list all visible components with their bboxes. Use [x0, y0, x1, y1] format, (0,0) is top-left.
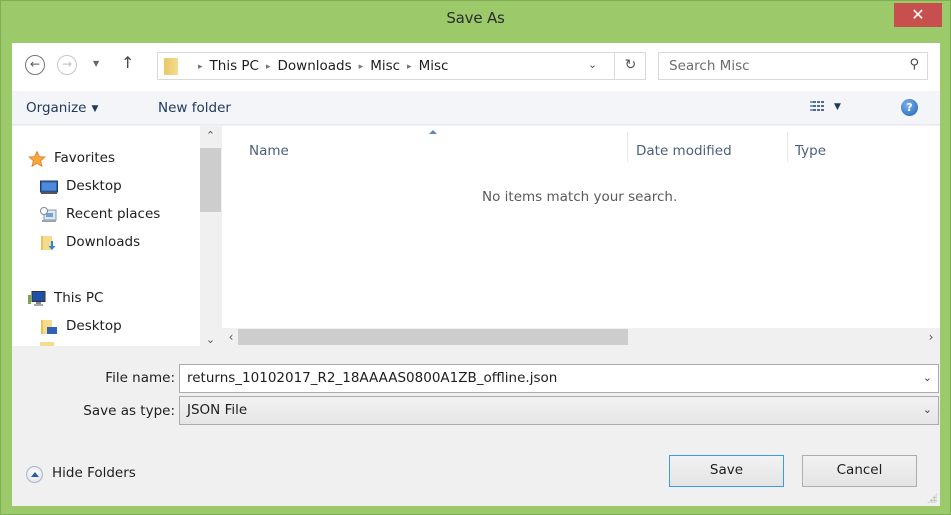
scroll-up-icon[interactable]: ⌃	[200, 129, 221, 142]
save-button[interactable]: Save	[669, 455, 784, 487]
nav-label: Recent places	[66, 206, 161, 222]
file-list-horizontal-scrollbar[interactable]: ‹ ›	[222, 328, 940, 346]
file-name-label: File name:	[105, 370, 175, 386]
scroll-right-icon[interactable]: ›	[922, 328, 940, 346]
nav-label: Desktop	[66, 318, 122, 334]
refresh-icon: ↻	[624, 57, 637, 73]
column-divider[interactable]	[787, 132, 788, 162]
save-as-type-value: JSON File	[187, 402, 248, 418]
dialog-client-area: ← → ▼ ↑ ▸ This PC ▸ Downloads ▸ Misc ▸ Misc ⌄ ↻…	[12, 43, 940, 506]
breadcrumb-misc[interactable]: Misc	[370, 58, 400, 74]
save-as-dialog: Save As ✕ ← → ▼ ↑ ▸ This PC ▸ Downloads ▸ Mis…	[0, 0, 951, 515]
view-details-icon[interactable]	[810, 101, 824, 114]
save-as-type-label: Save as type:	[83, 403, 175, 419]
nav-label: Favorites	[54, 150, 115, 166]
hide-folders-label: Hide Folders	[52, 465, 136, 481]
folder-icon	[164, 58, 178, 75]
nav-label: This PC	[54, 290, 104, 306]
address-history-dropdown[interactable]: ⌄	[588, 58, 597, 71]
up-arrow-icon: ↑	[121, 53, 135, 72]
chevron-down-icon: ⌄	[922, 403, 932, 416]
window-title: Save As	[446, 9, 505, 27]
scrollbar-thumb[interactable]	[238, 329, 628, 345]
recent-locations-dropdown[interactable]: ▼	[93, 59, 99, 68]
sort-ascending-icon	[429, 130, 437, 134]
back-arrow-icon: ←	[29, 57, 41, 71]
breadcrumb-separator-icon[interactable]: ▸	[198, 62, 203, 72]
cancel-button[interactable]: Cancel	[802, 455, 917, 487]
breadcrumb-separator-icon[interactable]: ▸	[266, 62, 271, 72]
refresh-button[interactable]: ↻	[614, 53, 646, 79]
collapse-up-icon	[26, 466, 43, 483]
computer-icon	[28, 291, 46, 306]
folder-icon	[40, 342, 54, 346]
breadcrumb-misc-current[interactable]: Misc	[419, 58, 449, 74]
resize-grip-icon[interactable]	[927, 493, 937, 503]
forward-arrow-icon: →	[61, 57, 73, 71]
search-icon[interactable]: ⚲	[909, 57, 919, 72]
file-name-value: returns_10102017_R2_18AAAAS0800A1ZB_offl…	[187, 370, 558, 386]
chevron-down-icon[interactable]: ⌄	[923, 371, 932, 384]
nav-label: Downloads	[66, 234, 141, 250]
breadcrumb-downloads[interactable]: Downloads	[278, 58, 352, 74]
organize-label: Organize	[26, 100, 87, 116]
search-input[interactable]: Search Misc ⚲	[658, 52, 928, 80]
navigation-pane-scrollbar[interactable]: ⌃ ⌄	[200, 126, 221, 346]
chevron-down-icon: ▼	[93, 59, 100, 68]
breadcrumb-this-pc[interactable]: This PC	[210, 58, 259, 74]
close-icon: ✕	[911, 5, 925, 24]
column-header-type[interactable]: Type	[795, 143, 826, 159]
star-icon	[28, 151, 46, 167]
close-button[interactable]: ✕	[894, 3, 942, 27]
new-folder-button[interactable]: New folder	[158, 100, 231, 116]
column-header-date-modified[interactable]: Date modified	[636, 143, 732, 159]
column-divider[interactable]	[627, 132, 628, 162]
breadcrumb-separator-icon[interactable]: ▸	[359, 62, 364, 72]
address-bar[interactable]: ▸ This PC ▸ Downloads ▸ Misc ▸ Misc ⌄ ↻	[157, 52, 646, 80]
chevron-down-icon: ▼	[91, 104, 99, 114]
nav-label: Desktop	[66, 178, 122, 194]
change-view-dropdown[interactable]: ▼	[834, 102, 841, 112]
back-button[interactable]: ←	[25, 55, 45, 75]
command-bar: Organize ▼ New folder ▼ ?	[12, 91, 940, 125]
file-list: Name Date modified Type No items match y…	[222, 126, 940, 328]
scroll-down-icon[interactable]: ⌄	[200, 333, 221, 346]
navigation-bar: ← → ▼ ↑ ▸ This PC ▸ Downloads ▸ Misc ▸ Misc ⌄ ↻…	[12, 43, 940, 91]
column-header-name[interactable]: Name	[249, 143, 289, 159]
breadcrumb-separator-icon[interactable]: ▸	[407, 62, 412, 72]
scrollbar-thumb[interactable]	[200, 148, 221, 212]
save-as-type-select[interactable]: JSON File ⌄	[179, 396, 939, 425]
desktop-folder-icon	[41, 320, 57, 334]
help-icon[interactable]: ?	[901, 99, 918, 116]
file-name-input[interactable]: returns_10102017_R2_18AAAAS0800A1ZB_offl…	[179, 364, 939, 393]
forward-button[interactable]: →	[57, 55, 77, 75]
breadcrumb: ▸ This PC ▸ Downloads ▸ Misc ▸ Misc	[191, 58, 448, 74]
search-placeholder: Search Misc	[669, 58, 750, 74]
chevron-down-icon: ▼	[834, 102, 841, 112]
downloads-folder-icon	[41, 236, 56, 250]
empty-results-message: No items match your search.	[482, 189, 678, 205]
desktop-icon	[40, 180, 58, 194]
up-one-level-button[interactable]: ↑	[121, 53, 134, 72]
navigation-pane: Favorites Desktop Recent places Download…	[12, 126, 200, 346]
organize-menu-button[interactable]: Organize ▼	[26, 100, 98, 116]
recent-places-icon	[40, 207, 57, 222]
chevron-down-icon: ⌄	[588, 58, 598, 71]
